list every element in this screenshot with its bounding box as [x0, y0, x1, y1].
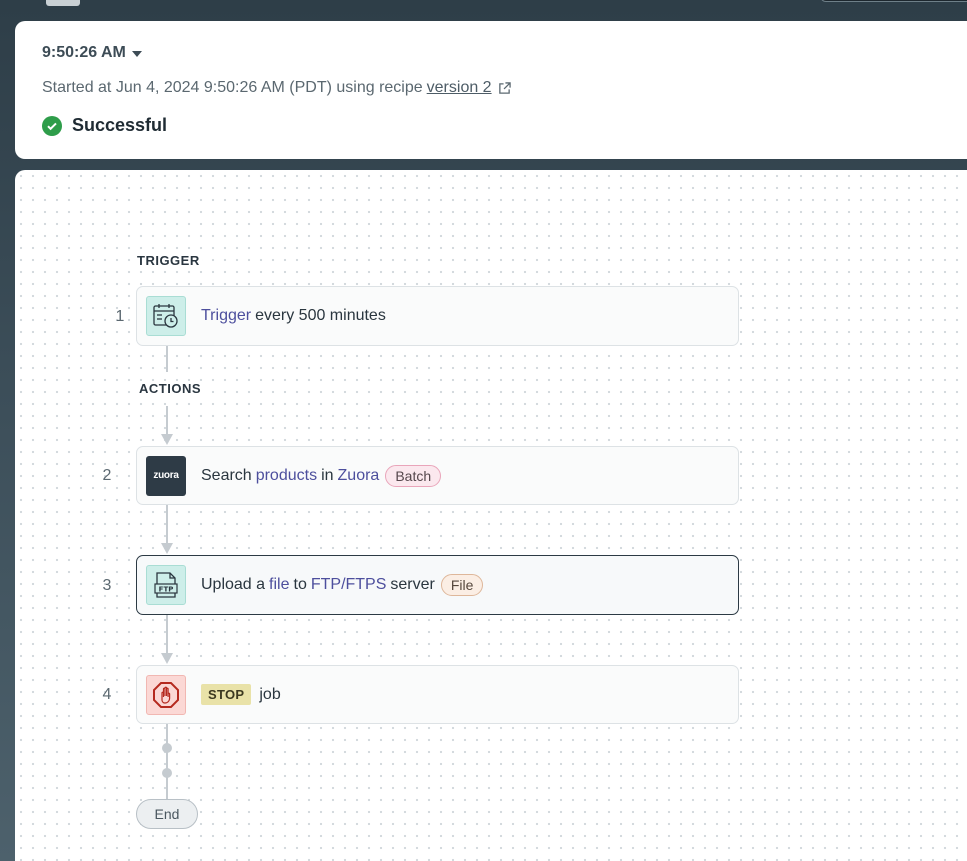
connector-arrow	[161, 434, 173, 445]
connector-dot	[162, 768, 172, 778]
connector-line	[166, 505, 168, 545]
step-app-keyword: FTP/FTPS	[310, 576, 387, 593]
step-number: 2	[102, 467, 112, 484]
trigger-section-label: TRIGGER	[135, 253, 202, 268]
job-time: 9:50:26 AM	[42, 44, 126, 61]
file-badge: File	[440, 574, 484, 596]
batch-badge: Batch	[385, 464, 442, 487]
top-right-button[interactable]	[820, 0, 967, 2]
recipe-version-link[interactable]: version 2	[427, 79, 492, 97]
step-text-part: server	[390, 576, 435, 593]
success-check-icon	[42, 115, 62, 136]
step-number: 3	[102, 577, 112, 594]
step-number: 1	[115, 308, 125, 325]
step-keyword: products	[255, 466, 318, 484]
step-description: Search products in Zuora Batch	[201, 464, 442, 487]
stop-hand-icon	[146, 674, 186, 715]
step-app-keyword: Zuora	[337, 466, 380, 484]
connector-arrow	[161, 653, 173, 664]
ftp-file-icon: FTP	[146, 565, 186, 605]
job-time-dropdown[interactable]: 9:50:26 AM	[42, 44, 142, 62]
connector-line	[166, 615, 168, 655]
step-zuora-card[interactable]: zuora Search products in Zuora Batch	[136, 446, 739, 505]
started-text: Started at Jun 4, 2024 9:50:26 AM (PDT) …	[42, 79, 423, 96]
zuora-logo: zuora	[146, 455, 186, 496]
caret-down-icon	[131, 51, 142, 57]
calendar-clock-icon	[146, 296, 186, 336]
connector-line	[166, 724, 168, 799]
step-stop-card[interactable]: STOP job	[136, 665, 739, 724]
step-description: Upload a file to FTP/FTPS server File	[201, 574, 484, 596]
top-toolbar-button[interactable]	[46, 0, 80, 6]
step-keyword: file	[269, 576, 290, 593]
job-started-info: Started at Jun 4, 2024 9:50:26 AM (PDT) …	[42, 79, 511, 97]
step-trigger-card[interactable]: Trigger every 500 minutes	[136, 286, 739, 346]
recipe-flow-canvas: TRIGGER 1 Trigger every 500 minutes ACTI…	[15, 170, 967, 861]
step-number: 4	[102, 686, 112, 703]
connector-dot	[162, 743, 172, 753]
svg-text:FTP: FTP	[159, 586, 174, 594]
step-text-part: Search	[201, 466, 252, 484]
step-text-part: Upload a	[201, 576, 266, 593]
step-keyword: Trigger	[201, 307, 252, 324]
actions-section-label: ACTIONS	[137, 381, 203, 396]
connector-arrow	[161, 543, 173, 554]
connector-line	[166, 406, 168, 436]
step-text-part: to	[293, 576, 307, 593]
step-ftp-card[interactable]: FTP Upload a file to FTP/FTPS server Fil…	[136, 555, 739, 615]
step-description: Trigger every 500 minutes	[201, 307, 386, 325]
step-text-part: job	[259, 685, 281, 703]
step-text-part: every 500 minutes	[255, 307, 386, 324]
stop-badge: STOP	[201, 684, 252, 705]
job-status: Successful	[42, 115, 167, 136]
step-text-part: in	[321, 466, 334, 484]
job-header-card: 9:50:26 AM Started at Jun 4, 2024 9:50:2…	[15, 21, 967, 159]
step-description: STOP job	[201, 684, 281, 705]
external-link-icon[interactable]	[498, 81, 511, 95]
end-marker: End	[136, 799, 198, 829]
connector-line	[166, 346, 168, 372]
status-text: Successful	[72, 115, 168, 135]
